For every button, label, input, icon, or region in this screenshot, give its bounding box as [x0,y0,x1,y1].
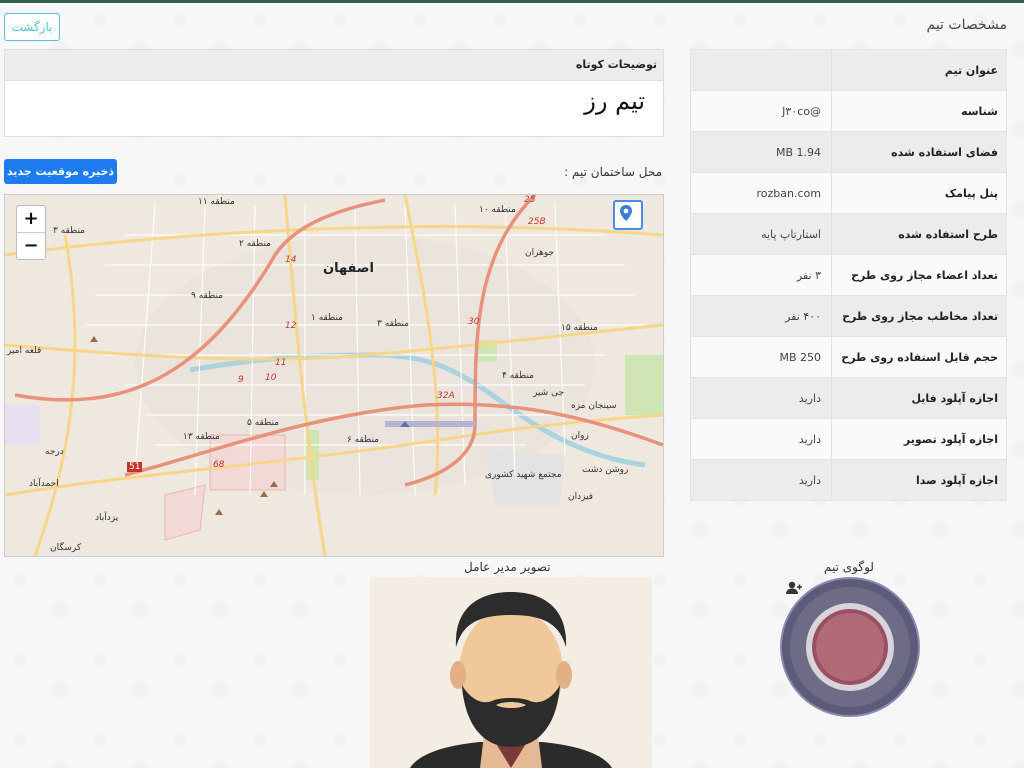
spec-row: اجازه آپلود فایل دارید [690,377,1007,419]
spec-row: طرح استفاده شده استارتاپ پایه [690,213,1007,255]
map-label-region5: منطقه ۵ [247,418,280,428]
map-label-isfahan: اصفهان [323,261,374,276]
map-label-zavan: زوان [571,431,589,441]
description-header: توضیحات کوتاه [5,50,663,81]
spec-value: 1.94 MB [690,131,832,173]
road-number: 25 [524,195,536,205]
ceo-image-label: تصویر مدیر عامل [464,560,551,574]
spec-key: فضای استفاده شده [831,131,1007,173]
spec-row: تعداد اعضاء مجاز روی طرح ۳ نفر [690,254,1007,296]
spec-row: اجازه آپلود صدا دارید [690,459,1007,501]
spec-key: شناسه [831,90,1007,132]
spec-key: طرح استفاده شده [831,213,1007,255]
map-tiles [5,195,663,556]
spec-value: ۴۰۰ نفر [690,295,832,337]
map-label-darjeh: درجه [45,447,64,457]
team-logo-image [780,577,920,717]
ceo-image [370,577,652,768]
map-label-shahid: مجتمع شهید کشوری [485,470,562,480]
road-number: 11 [275,358,287,368]
map-label-region11: منطقه ۱۱ [198,197,235,207]
description-panel: توضیحات کوتاه تیم رز [4,49,664,137]
map-label-region3b: منطقه ۳ [377,319,410,329]
map-label-ahmadabad: احمدآباد [29,479,59,489]
map-label-yazdabad: یزدآباد [95,513,119,523]
spec-row: حجم قابل استفاده روی طرح 250 MB [690,336,1007,378]
description-text: تیم رز [584,87,645,115]
spec-value: دارید [690,459,832,501]
road-number: 10 [265,373,277,383]
map-label-region1: منطقه ۱ [311,313,344,323]
spec-row: پنل پیامک rozban.com [690,172,1007,214]
ceo-avatar-illustration [370,577,652,768]
road-number: 9 [238,375,244,385]
map-label-region13: منطقه ۱۳ [183,432,220,442]
location-label: محل ساختمان تیم : [564,165,662,179]
logo-label: لوگوی تیم [824,560,874,574]
spec-row: فضای استفاده شده 1.94 MB [690,131,1007,173]
page-title: مشخصات تیم [926,17,1008,33]
zoom-in-button[interactable]: + [17,206,45,233]
spec-value: @J۳۰co [690,90,832,132]
spec-value [690,49,832,91]
map-label-rozdasht: روشن دشت [582,465,629,475]
spec-row: اجازه آپلود تصویر دارید [690,418,1007,460]
map-label-region6: منطقه ۶ [347,435,380,445]
spec-key: عنوان تیم [831,49,1007,91]
road-number: 68 [213,460,225,470]
map-zoom-control: + − [16,205,46,260]
zoom-out-button[interactable]: − [17,233,45,259]
map-pin-icon [620,205,632,221]
map-label-sinjan: سینجان مزه [571,401,617,411]
map-label-region9: منطقه ۹ [191,291,224,301]
map-label-qaleh: قلعه امیر [7,346,42,356]
map-label-region10: منطقه ۱۰ [479,205,516,215]
road-number: 14 [285,255,297,265]
road-number: 32A [437,391,455,401]
map-label-fezdan: فیزدان [568,492,594,502]
spec-row: شناسه @J۳۰co [690,90,1007,132]
save-location-button[interactable]: ذخیره موقعیت جدید [4,159,117,184]
map-label-region2: منطقه ۲ [239,239,272,249]
spec-value: 250 MB [690,336,832,378]
spec-row: عنوان تیم [690,49,1007,91]
spec-key: اجازه آپلود تصویر [831,418,1007,460]
spec-row: تعداد مخاطب مجاز روی طرح ۴۰۰ نفر [690,295,1007,337]
spec-value: ۳ نفر [690,254,832,296]
spec-key: اجازه آپلود صدا [831,459,1007,501]
spec-key: پنل پیامک [831,172,1007,214]
map-label-region3: منطقه ۳ [53,226,86,236]
spec-key: تعداد اعضاء مجاز روی طرح [831,254,1007,296]
road-number: 30 [468,317,480,327]
location-map[interactable]: اصفهان منطقه ۱۱ منطقه ۱۰ منطقه ۳ منطقه ۲… [4,194,664,557]
spec-key: تعداد مخاطب مجاز روی طرح [831,295,1007,337]
spec-key: حجم قابل استفاده روی طرح [831,336,1007,378]
spec-value: استارتاپ پایه [690,213,832,255]
road-number: 51 [127,462,143,472]
map-label-region15: منطقه ۱۵ [561,323,598,333]
spec-key: اجازه آپلود فایل [831,377,1007,419]
map-label-region4: منطقه ۴ [502,371,535,381]
spec-value: rozban.com [690,172,832,214]
map-label-kersgan: کرسگان [50,543,82,553]
spec-value: دارید [690,377,832,419]
top-accent-bar [0,0,1024,3]
road-number: 12 [285,321,297,331]
map-label-jaydar: جی شیر [533,388,565,398]
spec-value: دارید [690,418,832,460]
map-pin-button[interactable] [613,200,643,230]
back-button[interactable]: بازگشت [4,13,60,41]
road-number: 25B [528,217,546,227]
team-specs-table: عنوان تیم شناسه @J۳۰co فضای استفاده شده 1.94… [690,49,1007,501]
map-label-jouzan: جوهران [525,248,555,258]
